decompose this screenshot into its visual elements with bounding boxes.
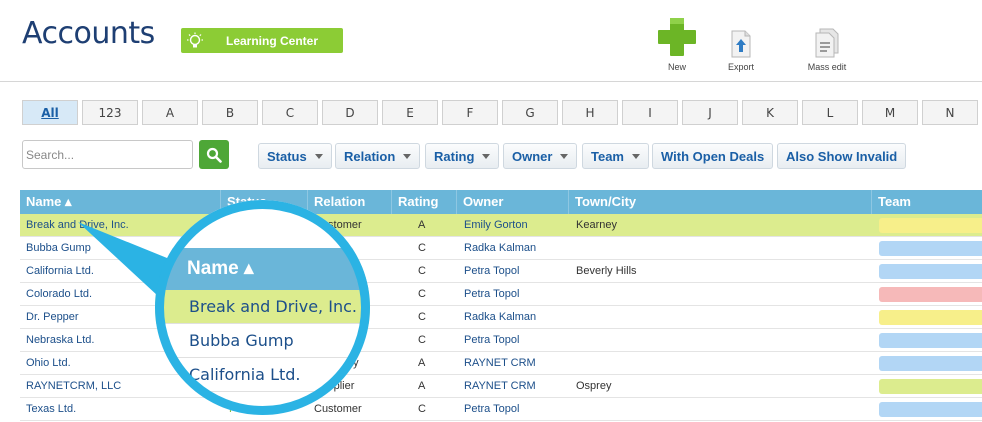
letter-a[interactable]: A [142,100,198,125]
search-icon [206,147,222,163]
letter-i[interactable]: I [622,100,678,125]
column-owner[interactable]: Owner [457,190,569,214]
cell-owner[interactable]: Petra Topol [464,283,519,305]
cell-owner[interactable]: Petra Topol [464,398,519,420]
team-color-bar [879,264,982,279]
team-color-bar [879,402,982,417]
cell-rating: C [418,311,426,323]
cell-name[interactable]: Ohio Ltd. [26,352,71,374]
letter-k[interactable]: K [742,100,798,125]
team-color-bar [879,241,982,256]
plus-icon [647,14,707,58]
export-icon [711,14,771,58]
letter-m[interactable]: M [862,100,918,125]
rating-filter-label: Rating [434,148,475,164]
owner-filter-label: Owner [512,148,553,164]
status-filter-button[interactable]: Status [258,143,332,169]
letter-f[interactable]: F [442,100,498,125]
relation-filter-label: Relation [344,148,396,164]
search-input[interactable]: Search... [22,140,193,169]
table-row[interactable]: Texas Ltd.PotentialCustomerCPetra Topol [20,398,982,421]
column-relation[interactable]: Relation [308,190,392,214]
team-filter-label: Team [591,148,624,164]
status-filter-label: Status [267,148,307,164]
team-color-bar [879,356,982,371]
letter-all[interactable]: All [22,100,78,125]
new-button[interactable]: New [647,14,707,72]
cell-town: Kearney [576,219,617,231]
page-title: Accounts [22,16,155,51]
mass-edit-label: Mass edit [807,62,847,72]
lightbulb-icon [181,28,209,53]
relation-filter-button[interactable]: Relation [335,143,421,169]
letter-d[interactable]: D [322,100,378,125]
letter-e[interactable]: E [382,100,438,125]
new-label: New [667,62,686,72]
mass-edit-button[interactable]: Mass edit [797,14,857,72]
cell-owner[interactable]: Petra Topol [464,260,519,282]
learning-center-button[interactable]: Learning Center [181,28,343,53]
chevron-down-icon [314,153,323,159]
magnifier-ring [155,200,370,415]
cell-relation: Customer [314,403,362,415]
team-color-bar [879,218,982,233]
show-invalid-toggle[interactable]: Also Show Invalid [777,143,907,169]
cell-owner[interactable]: Radka Kalman [464,306,536,328]
owner-filter-button[interactable]: Owner [503,143,578,169]
letter-j[interactable]: J [682,100,738,125]
cell-rating: A [418,380,426,392]
cell-name[interactable]: Texas Ltd. [26,398,76,420]
cell-name[interactable]: Nebraska Ltd. [26,329,94,351]
chevron-down-icon [482,153,491,159]
column-town[interactable]: Town/City [569,190,872,214]
cell-rating: C [418,242,426,254]
cell-town: Osprey [576,380,612,392]
show-invalid-label: Also Show Invalid [786,148,898,164]
cell-rating: A [418,357,426,369]
cell-owner[interactable]: RAYNET CRM [464,352,536,374]
learning-center-label: Learning Center [225,33,318,48]
cell-name[interactable]: RAYNETCRM, LLC [26,375,121,397]
cell-town: Beverly Hills [576,265,637,277]
cell-rating: A [418,219,426,231]
letter-g[interactable]: G [502,100,558,125]
letter-123[interactable]: 123 [82,100,138,125]
cell-owner[interactable]: Petra Topol [464,329,519,351]
letter-b[interactable]: B [202,100,258,125]
cell-rating: C [418,334,426,346]
cell-rating: C [418,265,426,277]
letter-l[interactable]: L [802,100,858,125]
export-button[interactable]: Export [711,14,771,72]
cell-rating: C [418,288,426,300]
cell-owner[interactable]: Radka Kalman [464,237,536,259]
cell-rating: C [418,403,426,415]
team-color-bar [879,379,982,394]
letter-n[interactable]: N [922,100,978,125]
open-deals-toggle[interactable]: With Open Deals [652,143,774,169]
chevron-down-icon [632,153,640,159]
page-header: Accounts Learning Center New Export Mass… [0,0,982,82]
chevron-down-icon [560,153,569,159]
column-rating[interactable]: Rating [392,190,457,214]
open-deals-label: With Open Deals [661,148,765,164]
search-button[interactable] [199,140,229,169]
team-filter-button[interactable]: Team [582,143,649,169]
cell-owner[interactable]: Emily Gorton [464,214,528,236]
letter-h[interactable]: H [562,100,618,125]
team-color-bar [879,333,982,348]
team-color-bar [879,287,982,302]
cell-owner[interactable]: RAYNET CRM [464,375,536,397]
mass-edit-icon [797,14,857,58]
team-color-bar [879,310,982,325]
chevron-down-icon [403,153,412,159]
rating-filter-button[interactable]: Rating [425,143,500,169]
column-team[interactable]: Team [872,190,982,214]
letter-c[interactable]: C [262,100,318,125]
export-label: Export [727,62,754,72]
